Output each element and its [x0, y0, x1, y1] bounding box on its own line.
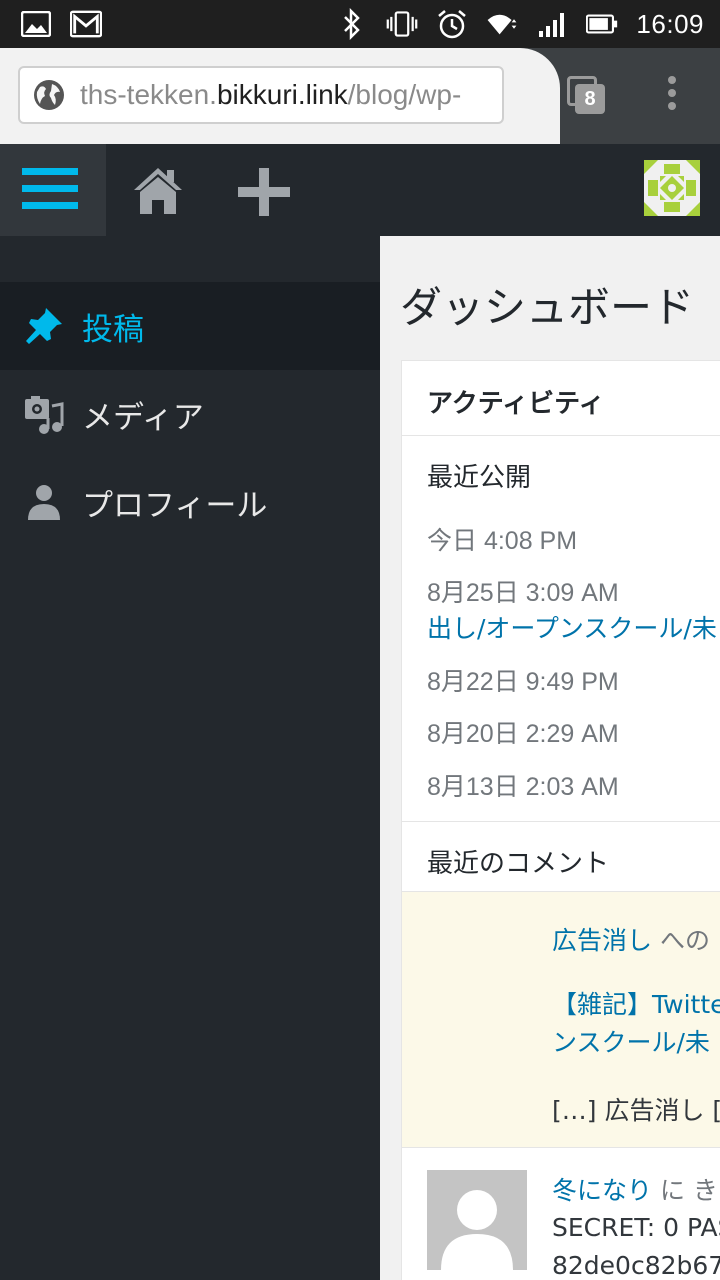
- url-text: ths-tekken.bikkuri.link/blog/wp-: [80, 79, 461, 111]
- divider: [402, 1147, 720, 1148]
- signal-icon: [536, 8, 568, 40]
- sidebar-item-media[interactable]: メディア: [0, 370, 380, 458]
- comment-meta: 広告消し への: [552, 921, 710, 957]
- new-content-button[interactable]: [234, 166, 294, 218]
- sidebar-item-label: プロフィール: [82, 487, 268, 524]
- home-button[interactable]: [130, 164, 186, 216]
- sidebar-item-label: メディア: [82, 399, 204, 436]
- published-date: 今日 4:08 PM: [427, 527, 578, 555]
- widget-title: アクティビティ: [427, 389, 605, 419]
- published-post-link[interactable]: 出し/オープンスクール/未: [427, 609, 717, 645]
- main-content: ダッシュボード アクティビティ 最近公開 今日 4:08 PM 8月25日 3:…: [380, 236, 720, 1280]
- pushpin-icon: [26, 308, 62, 344]
- comment-post-link[interactable]: 広告消し: [552, 926, 652, 955]
- tab-count: 8: [575, 84, 605, 114]
- menu-icon: [22, 168, 78, 175]
- browser-menu-button[interactable]: [660, 76, 684, 116]
- gmail-icon: [70, 8, 102, 40]
- menu-toggle-button[interactable]: [0, 144, 106, 236]
- tab-switcher-button[interactable]: 8: [563, 74, 607, 118]
- recent-published-heading: 最近公開: [427, 463, 532, 493]
- user-icon: [28, 485, 60, 520]
- user-avatar-button[interactable]: [644, 160, 700, 216]
- plus-icon: [238, 168, 290, 216]
- url-host: bikkuri.link: [216, 79, 348, 110]
- comment-post-link[interactable]: 冬になり: [552, 1176, 652, 1205]
- alarm-icon: [436, 8, 468, 40]
- activity-widget: アクティビティ 最近公開 今日 4:08 PM 8月25日 3:09 AM 出し…: [401, 360, 720, 1280]
- commenter-avatar: [427, 1170, 527, 1270]
- comment-title-link[interactable]: ンスクール/未: [552, 1023, 710, 1059]
- bluetooth-icon: [336, 8, 368, 40]
- published-date: 8月20日 2:29 AM: [427, 720, 619, 748]
- status-time: 16:09: [636, 8, 704, 39]
- url-bar[interactable]: ths-tekken.bikkuri.link/blog/wp-: [18, 66, 504, 124]
- divider: [402, 435, 720, 436]
- battery-icon: [586, 8, 618, 40]
- url-prefix: ths-tekken.: [80, 79, 217, 110]
- default-avatar-icon: [441, 1190, 513, 1270]
- url-path: /blog/wp-: [347, 79, 462, 110]
- media-icon: [25, 396, 64, 434]
- sidebar-item-posts[interactable]: 投稿: [0, 282, 380, 370]
- published-date: 8月25日 3:09 AM: [427, 579, 619, 607]
- comment-meta: 冬になり に き: [552, 1171, 718, 1207]
- sidebar-item-label: 投稿: [82, 311, 144, 348]
- comment-text: 82de0c82b671: [552, 1251, 720, 1280]
- globe-icon: [34, 80, 64, 110]
- admin-sidebar: 投稿 メディア プロフィール: [0, 236, 380, 1280]
- browser-toolbar: ths-tekken.bikkuri.link/blog/wp- 8: [0, 48, 720, 144]
- divider: [402, 821, 720, 822]
- comment-text: SECRET: 0 PAS: [552, 1213, 720, 1242]
- comment-excerpt: […] 広告消し [...: [552, 1096, 720, 1125]
- comment-title-link[interactable]: 【雑記】Twitte: [552, 985, 720, 1021]
- status-bar: 16:09: [0, 0, 720, 48]
- published-date: 8月13日 2:03 AM: [427, 773, 619, 801]
- published-date: 8月22日 9:49 PM: [427, 668, 619, 696]
- avatar-icon: [644, 160, 700, 216]
- home-icon: [134, 168, 182, 214]
- vibrate-icon: [386, 8, 418, 40]
- page-title: ダッシュボード: [400, 283, 695, 332]
- sidebar-item-profile[interactable]: プロフィール: [0, 458, 380, 546]
- comment-meta-suffix: への: [659, 926, 710, 955]
- wifi-icon: [486, 8, 518, 40]
- recent-comments-heading: 最近のコメント: [427, 849, 610, 879]
- comment-meta-suffix: に き: [659, 1176, 718, 1205]
- admin-bar: [0, 144, 720, 236]
- image-notification-icon: [20, 8, 52, 40]
